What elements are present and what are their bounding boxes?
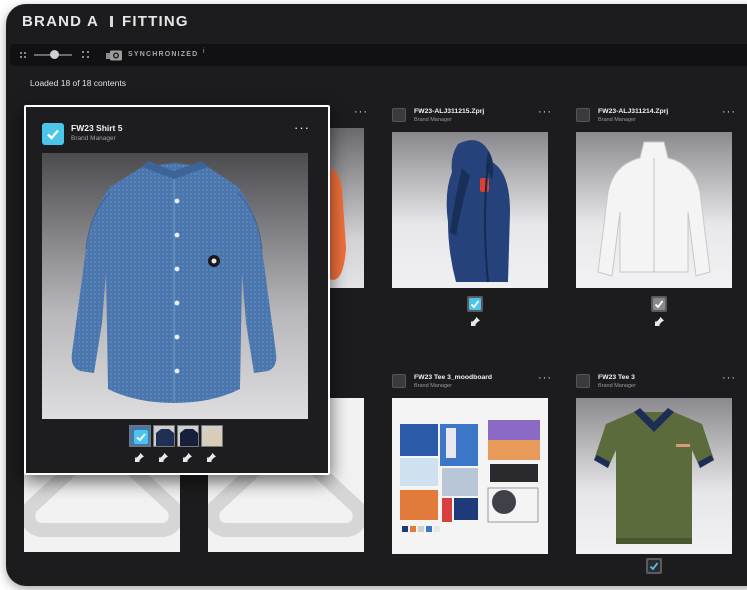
colorway-swatch[interactable] [153, 425, 175, 447]
featured-owner: Brand Manager [71, 135, 116, 142]
more-icon[interactable]: ··· [722, 373, 736, 384]
card-owner: Brand Manager [598, 117, 636, 123]
card-title: FW23 Tee 3_moodboard [414, 374, 493, 381]
card-owner: Brand Manager [414, 117, 452, 123]
title-separator [110, 16, 114, 27]
colorway-swatch[interactable] [177, 425, 199, 447]
sync-label: SYNCHRONIZED [128, 51, 199, 58]
featured-image[interactable] [42, 153, 308, 419]
card-owner: Brand Manager [598, 383, 636, 389]
card-title: FW23 Tee 3 [598, 374, 635, 381]
toolbar: SYNCHRONIZED i [10, 44, 747, 66]
colorway-swatch[interactable] [201, 425, 223, 447]
polo-shirt-image [594, 408, 714, 544]
more-icon[interactable]: ··· [538, 373, 552, 384]
more-icon[interactable]: ··· [294, 121, 310, 134]
check-icon [47, 129, 59, 140]
jacket-image [446, 140, 510, 283]
check-icon [134, 430, 148, 444]
colorway-swatch[interactable] [129, 425, 151, 447]
camera-icon[interactable] [106, 49, 122, 61]
brand-name: BRAND A [22, 13, 100, 30]
card-checkbox[interactable] [392, 374, 406, 388]
loaded-count: Loaded 18 of 18 contents [30, 78, 126, 88]
denim-shirt-image [71, 161, 277, 403]
beige-shirt-swatch [204, 429, 222, 446]
selected-checkbox[interactable] [42, 123, 64, 145]
moodboard-collage [400, 420, 540, 532]
app-window: BRAND A FITTING SYNCHRONIZED i Loaded 18 … [6, 4, 747, 586]
section-name: FITTING [122, 13, 189, 30]
more-icon[interactable]: ··· [722, 107, 736, 118]
navy-shirt-swatch [156, 429, 174, 446]
card-checkbox[interactable] [392, 108, 406, 122]
page-title: BRAND A FITTING [22, 13, 189, 30]
card-title: FW23-ALJ311214.Zprj [598, 108, 669, 115]
pin-icon[interactable] [183, 453, 192, 462]
card-checkbox[interactable] [576, 108, 590, 122]
moodboard-image[interactable] [392, 398, 548, 554]
more-icon[interactable]: ··· [354, 107, 368, 118]
check-icon[interactable] [467, 296, 483, 312]
card-checkbox[interactable] [576, 374, 590, 388]
small-grid-icon[interactable] [20, 52, 26, 58]
pin-icon[interactable] [655, 317, 664, 326]
pin-icon[interactable] [207, 453, 216, 462]
more-icon[interactable]: ··· [538, 107, 552, 118]
check-icon[interactable] [651, 296, 667, 312]
dark-shirt-swatch [180, 429, 198, 446]
thumbnail-image[interactable] [576, 132, 732, 288]
thumbnail-image[interactable] [576, 398, 732, 554]
thumbnail-image[interactable] [392, 132, 548, 288]
check-icon[interactable] [646, 558, 662, 574]
info-icon[interactable]: i [203, 48, 205, 55]
pin-icon[interactable] [159, 453, 168, 462]
featured-title: FW23 Shirt 5 [71, 123, 123, 133]
card-owner: Brand Manager [414, 383, 452, 389]
zoom-slider-thumb[interactable] [50, 50, 60, 59]
white-jacket-image [597, 141, 711, 277]
card-title: FW23-ALJ311215.Zprj [414, 108, 485, 115]
pin-icon[interactable] [471, 317, 480, 326]
pin-icon[interactable] [135, 453, 144, 462]
featured-card[interactable]: FW23 Shirt 5 Brand Manager ··· [24, 105, 330, 475]
large-grid-icon[interactable] [82, 51, 89, 58]
